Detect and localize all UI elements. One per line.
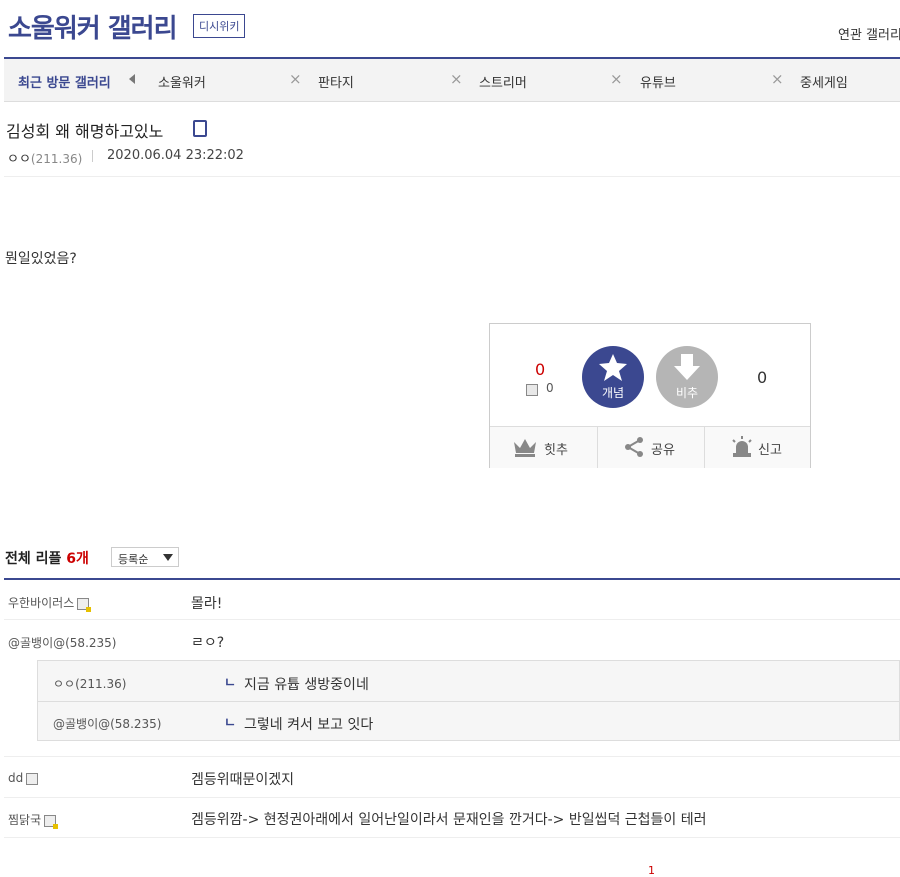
- fix-member-icon: [77, 597, 92, 612]
- post-date: 2020.06.04 23:22:02: [107, 148, 244, 163]
- mobile-icon: [193, 120, 207, 137]
- star-icon: [599, 354, 627, 381]
- author-nick[interactable]: ㅇㅇ: [7, 152, 31, 167]
- vote-actions-bar: 힛추 공유 신고: [490, 426, 810, 468]
- page-number-current[interactable]: 1: [648, 864, 655, 877]
- fix-member-icon: [44, 814, 59, 829]
- report-label: 신고: [758, 443, 782, 458]
- reply-nick[interactable]: ㅇㅇ(211.36): [53, 675, 126, 692]
- comment-text: 몰라!: [191, 596, 223, 612]
- recent-item-streamer[interactable]: 스트리머: [479, 72, 527, 91]
- upvote-label: 개념: [601, 386, 625, 400]
- post-title: 김성회 왜 해명하고있노: [6, 122, 164, 141]
- post-body: 뭔일있었음?: [5, 251, 77, 267]
- reply-row: @골뱅이@(58.235) ㄴ 그렇네 켜서 보고 잇다: [38, 701, 899, 741]
- comment-text: 겜등위깜-> 현정권아래에서 일어난일이라서 문재인을 깐거다-> 반일씹덕 근…: [191, 812, 707, 828]
- author-ip: (211.36): [30, 152, 83, 166]
- hit-recommend-label: 힛추: [544, 443, 568, 458]
- comment-nick[interactable]: 찜닭국: [8, 811, 59, 829]
- gallery-title[interactable]: 소울워커 갤러리: [8, 8, 177, 45]
- crown-icon: [514, 439, 536, 457]
- hit-recommend-button[interactable]: 힛추: [490, 427, 598, 468]
- comment-count-label: 전체 리플 6개: [5, 548, 89, 568]
- comment-row: @골뱅이@(58.235) ㄹㅇ?: [4, 620, 900, 660]
- close-icon[interactable]: ×: [771, 70, 784, 88]
- recent-item-souls[interactable]: 소울워커: [158, 72, 206, 91]
- comment-label: 전체 리플: [5, 551, 62, 567]
- member-icon: [26, 772, 39, 785]
- comment-sort-select[interactable]: 등록순: [111, 547, 179, 567]
- sort-value: 등록순: [118, 553, 149, 566]
- comment-count: 6개: [66, 551, 89, 567]
- comment-row: 우한바이러스 몰라!: [4, 581, 900, 620]
- reply-text: 그렇네 켜서 보고 잇다: [244, 717, 374, 733]
- recent-item-medieval[interactable]: 중세게임: [800, 72, 848, 91]
- close-icon[interactable]: ×: [450, 70, 463, 88]
- comment-nick[interactable]: 우한바이러스: [8, 594, 92, 612]
- recent-gallery-nav: 최근 방문 갤러리 소울워커 × 판타지 × 스트리머 × 유튜브 × 중세게임: [4, 57, 900, 102]
- divider: [92, 150, 93, 162]
- downvote-label: 비추: [675, 386, 699, 400]
- divider: [4, 176, 900, 177]
- upvote-button[interactable]: 개념: [582, 346, 644, 408]
- comment-text: 겜등위때문이겠지: [191, 772, 295, 788]
- reply-arrow-icon: ㄴ: [224, 676, 236, 691]
- recent-item-youtube[interactable]: 유튜브: [640, 72, 676, 91]
- report-button[interactable]: 신고: [704, 427, 811, 468]
- wiki-badge-button[interactable]: 디시위키: [193, 14, 246, 38]
- reply-arrow-icon: ㄴ: [224, 716, 236, 731]
- reply-box: ㅇㅇ(211.36) ㄴ 지금 유튭 생방중이네 @골뱅이@(58.235) ㄴ…: [37, 660, 900, 741]
- close-icon[interactable]: ×: [289, 70, 302, 88]
- vote-box: 0 0 개념 비추 0 힛추 공유 신고: [489, 323, 811, 468]
- comment-nick[interactable]: dd: [8, 771, 39, 785]
- share-button[interactable]: 공유: [597, 427, 705, 468]
- downvote-count: 0: [757, 368, 768, 387]
- comment-nick[interactable]: @골뱅이@(58.235): [8, 634, 116, 651]
- comment-row: 찜닭국 겜등위깜-> 현정권아래에서 일어난일이라서 문재인을 깐거다-> 반일…: [4, 797, 900, 838]
- nav-arrow-icon[interactable]: [129, 74, 135, 84]
- close-icon[interactable]: ×: [610, 70, 623, 88]
- comment-text: ㄹㅇ?: [191, 635, 225, 651]
- recent-nav-label: 최근 방문 갤러리: [18, 76, 111, 91]
- related-gallery-link[interactable]: 연관 갤러리: [838, 24, 900, 43]
- upvote-count: 0: [535, 360, 546, 379]
- siren-icon: [732, 436, 752, 457]
- share-icon: [625, 437, 643, 457]
- post-author[interactable]: ㅇㅇ(211.36): [7, 148, 82, 167]
- fix-upvote-count: 0: [546, 381, 554, 395]
- reply-nick[interactable]: @골뱅이@(58.235): [53, 715, 161, 732]
- divider: [4, 578, 900, 580]
- downvote-button[interactable]: 비추: [656, 346, 718, 408]
- dropdown-arrow-icon: [163, 554, 173, 561]
- arrow-down-icon: [674, 354, 700, 380]
- fix-member-icon: [526, 384, 538, 396]
- recent-item-fantasy[interactable]: 판타지: [318, 72, 354, 91]
- reply-row: ㅇㅇ(211.36) ㄴ 지금 유튭 생방중이네: [38, 661, 899, 702]
- comment-row: dd 겜등위때문이겠지: [4, 756, 900, 798]
- reply-text: 지금 유튭 생방중이네: [244, 677, 369, 693]
- share-label: 공유: [651, 443, 675, 458]
